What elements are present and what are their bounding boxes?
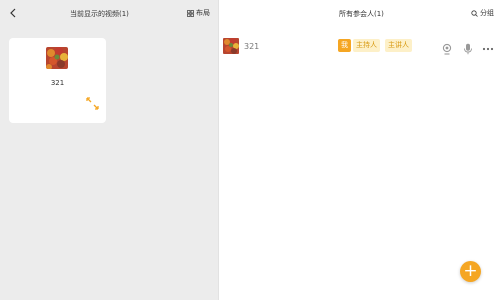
microphone-icon[interactable]: [462, 40, 474, 55]
back-icon[interactable]: [6, 6, 20, 20]
video-tile[interactable]: 321: [9, 38, 106, 123]
me-badge: 我: [338, 39, 351, 52]
participant-row[interactable]: 321 我 主持人 主讲人: [219, 36, 500, 58]
layout-grid-icon: [187, 9, 194, 17]
add-button[interactable]: +: [460, 261, 481, 282]
expand-icon[interactable]: [86, 95, 99, 110]
avatar: [46, 47, 68, 69]
add-icon: +: [463, 261, 478, 281]
layout-button[interactable]: 布局: [187, 8, 210, 18]
avatar: [223, 38, 239, 54]
video-panel: 当前显示的视频(1) 布局 321: [0, 0, 218, 300]
video-tile-name: 321: [50, 79, 65, 87]
group-button-label: 分组: [480, 9, 494, 17]
host-badge: 主持人: [353, 39, 380, 52]
speaker-badge: 主讲人: [385, 39, 412, 52]
participants-title: 所有参会人(1): [339, 10, 384, 18]
layout-button-label: 布局: [196, 9, 210, 17]
participant-name: 321: [244, 42, 260, 51]
group-button[interactable]: 分组: [471, 8, 494, 18]
participants-panel: 所有参会人(1) 分组 321 我 主持人 主讲人: [219, 0, 500, 300]
more-icon[interactable]: [482, 40, 494, 52]
video-panel-title: 当前显示的视频(1): [70, 10, 129, 18]
search-group-icon: [471, 9, 478, 17]
camera-icon[interactable]: [441, 40, 453, 55]
